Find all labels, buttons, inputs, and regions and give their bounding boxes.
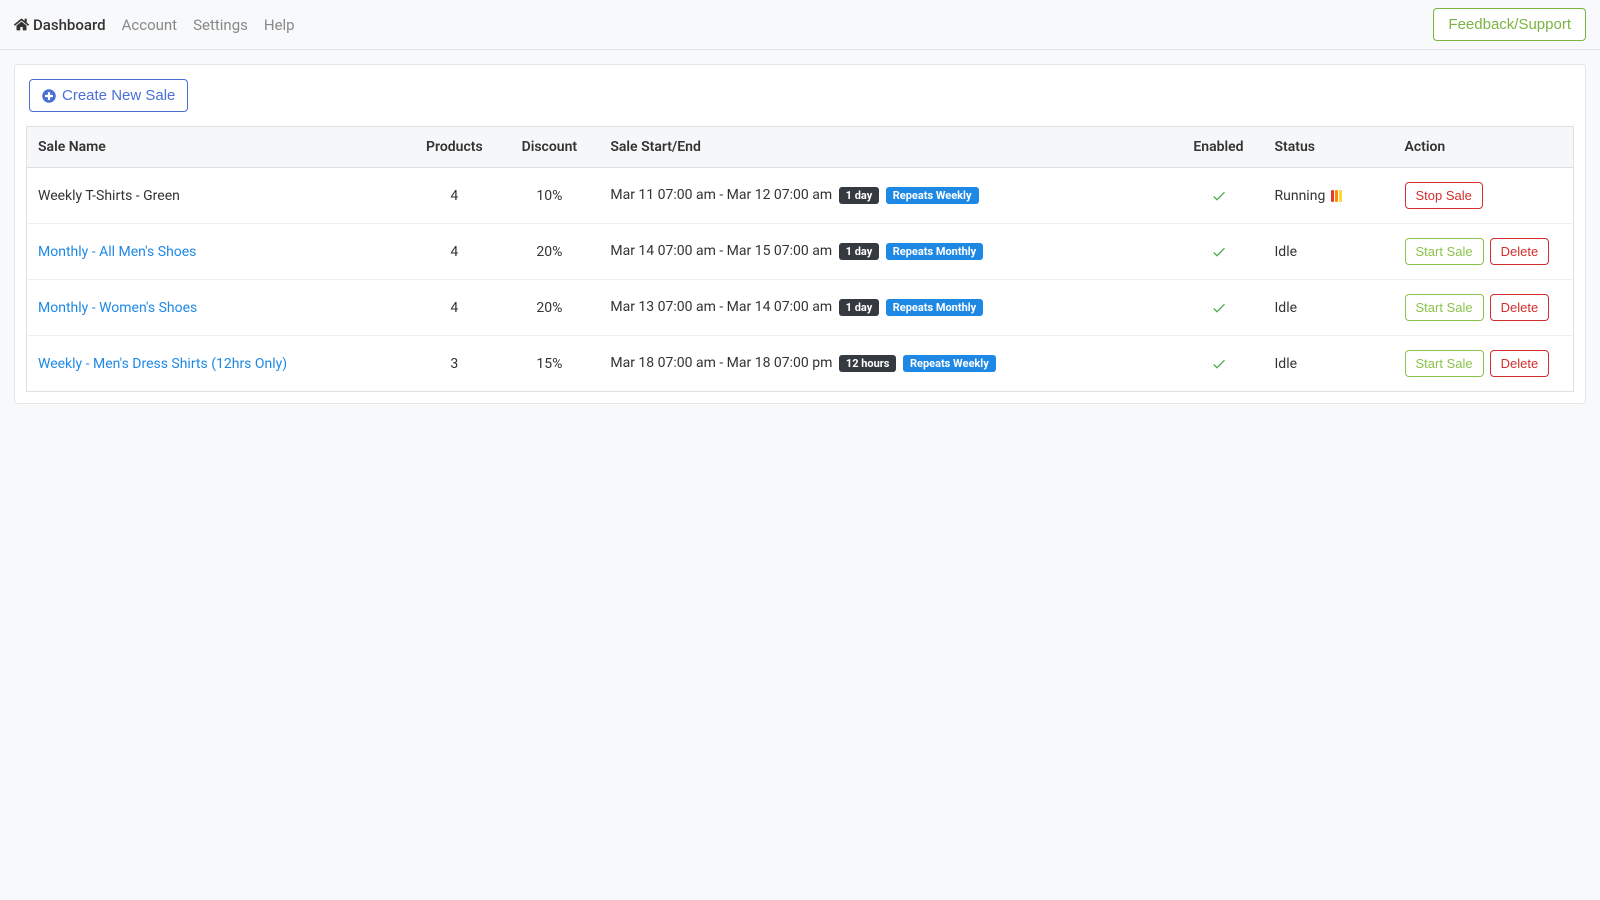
duration-badge: 12 hours	[839, 355, 897, 372]
nav-help[interactable]: Help	[264, 16, 295, 34]
cell-start-end: Mar 13 07:00 am - Mar 14 07:00 am 1 day …	[599, 280, 1173, 336]
main-nav: Dashboard Account Settings Help	[14, 16, 295, 34]
col-discount: Discount	[499, 127, 599, 168]
cell-discount: 15%	[499, 336, 599, 392]
create-new-sale-button[interactable]: Create New Sale	[29, 79, 188, 112]
check-icon	[1185, 188, 1253, 204]
sale-name-link[interactable]: Weekly - Men's Dress Shirts (12hrs Only)	[38, 356, 287, 372]
nav-help-label: Help	[264, 16, 295, 34]
cell-action: Stop Sale	[1394, 168, 1574, 224]
check-icon	[1185, 356, 1253, 372]
table-row: Weekly - Men's Dress Shirts (12hrs Only)…	[27, 336, 1574, 392]
cell-enabled	[1174, 280, 1264, 336]
delete-button[interactable]: Delete	[1490, 238, 1550, 265]
cell-status: Idle	[1264, 336, 1394, 392]
table-header-row: Sale Name Products Discount Sale Start/E…	[27, 127, 1574, 168]
sales-panel: Create New Sale Sale Name Products Disco…	[14, 64, 1586, 404]
repeat-badge: Repeats Monthly	[886, 299, 983, 316]
repeat-badge: Repeats Weekly	[903, 355, 996, 372]
feedback-support-button[interactable]: Feedback/Support	[1433, 8, 1586, 41]
delete-button[interactable]: Delete	[1490, 294, 1550, 321]
col-products: Products	[409, 127, 499, 168]
col-status: Status	[1264, 127, 1394, 168]
status-text: Idle	[1275, 244, 1298, 260]
table-row: Monthly - Women's Shoes420%Mar 13 07:00 …	[27, 280, 1574, 336]
cell-action: Start SaleDelete	[1394, 336, 1574, 392]
start-sale-button[interactable]: Start Sale	[1405, 350, 1484, 377]
stop-sale-button[interactable]: Stop Sale	[1405, 182, 1483, 209]
date-range-text: Mar 11 07:00 am - Mar 12 07:00 am	[610, 187, 832, 203]
status-text: Running	[1275, 188, 1326, 204]
cell-enabled	[1174, 336, 1264, 392]
cell-products: 4	[409, 168, 499, 224]
duration-badge: 1 day	[839, 299, 880, 316]
nav-account[interactable]: Account	[122, 16, 178, 34]
duration-badge: 1 day	[839, 187, 880, 204]
cell-enabled	[1174, 224, 1264, 280]
panel-header: Create New Sale	[15, 65, 1585, 126]
date-range-text: Mar 14 07:00 am - Mar 15 07:00 am	[610, 243, 832, 259]
duration-badge: 1 day	[839, 243, 880, 260]
cell-discount: 10%	[499, 168, 599, 224]
create-new-sale-label: Create New Sale	[62, 87, 175, 104]
nav-settings[interactable]: Settings	[193, 16, 248, 34]
cell-status: Running	[1264, 168, 1394, 224]
cell-action: Start SaleDelete	[1394, 280, 1574, 336]
cell-start-end: Mar 11 07:00 am - Mar 12 07:00 am 1 day …	[599, 168, 1173, 224]
sale-name-link[interactable]: Monthly - All Men's Shoes	[38, 244, 196, 260]
table-row: Weekly T-Shirts - Green410%Mar 11 07:00 …	[27, 168, 1574, 224]
cell-sale-name: Weekly - Men's Dress Shirts (12hrs Only)	[27, 336, 410, 392]
cell-status: Idle	[1264, 280, 1394, 336]
home-icon	[14, 17, 29, 32]
repeat-badge: Repeats Monthly	[886, 243, 983, 260]
check-icon	[1185, 300, 1253, 316]
cell-products: 3	[409, 336, 499, 392]
cell-status: Idle	[1264, 224, 1394, 280]
sale-name-text: Weekly T-Shirts - Green	[38, 188, 180, 204]
sales-table: Sale Name Products Discount Sale Start/E…	[26, 126, 1574, 392]
col-sale-name: Sale Name	[27, 127, 410, 168]
cell-sale-name: Monthly - All Men's Shoes	[27, 224, 410, 280]
nav-dashboard[interactable]: Dashboard	[14, 16, 106, 34]
status-text: Idle	[1275, 356, 1298, 372]
cell-products: 4	[409, 280, 499, 336]
nav-account-label: Account	[122, 16, 178, 34]
cell-sale-name: Monthly - Women's Shoes	[27, 280, 410, 336]
plus-circle-icon	[42, 89, 56, 103]
cell-start-end: Mar 18 07:00 am - Mar 18 07:00 pm 12 hou…	[599, 336, 1173, 392]
start-sale-button[interactable]: Start Sale	[1405, 238, 1484, 265]
table-row: Monthly - All Men's Shoes420%Mar 14 07:0…	[27, 224, 1574, 280]
cell-discount: 20%	[499, 224, 599, 280]
cell-products: 4	[409, 224, 499, 280]
cell-start-end: Mar 14 07:00 am - Mar 15 07:00 am 1 day …	[599, 224, 1173, 280]
nav-dashboard-label: Dashboard	[33, 16, 106, 34]
col-enabled: Enabled	[1174, 127, 1264, 168]
repeat-badge: Repeats Weekly	[886, 187, 979, 204]
cell-sale-name: Weekly T-Shirts - Green	[27, 168, 410, 224]
delete-button[interactable]: Delete	[1490, 350, 1550, 377]
cell-enabled	[1174, 168, 1264, 224]
cell-action: Start SaleDelete	[1394, 224, 1574, 280]
col-action: Action	[1394, 127, 1574, 168]
start-sale-button[interactable]: Start Sale	[1405, 294, 1484, 321]
date-range-text: Mar 13 07:00 am - Mar 14 07:00 am	[610, 299, 832, 315]
status-text: Idle	[1275, 300, 1298, 316]
date-range-text: Mar 18 07:00 am - Mar 18 07:00 pm	[610, 355, 832, 371]
cell-discount: 20%	[499, 280, 599, 336]
topbar: Dashboard Account Settings Help Feedback…	[0, 0, 1600, 50]
col-start-end: Sale Start/End	[599, 127, 1173, 168]
running-spinner-icon	[1331, 190, 1342, 202]
sale-name-link[interactable]: Monthly - Women's Shoes	[38, 300, 197, 316]
nav-settings-label: Settings	[193, 16, 248, 34]
check-icon	[1185, 244, 1253, 260]
